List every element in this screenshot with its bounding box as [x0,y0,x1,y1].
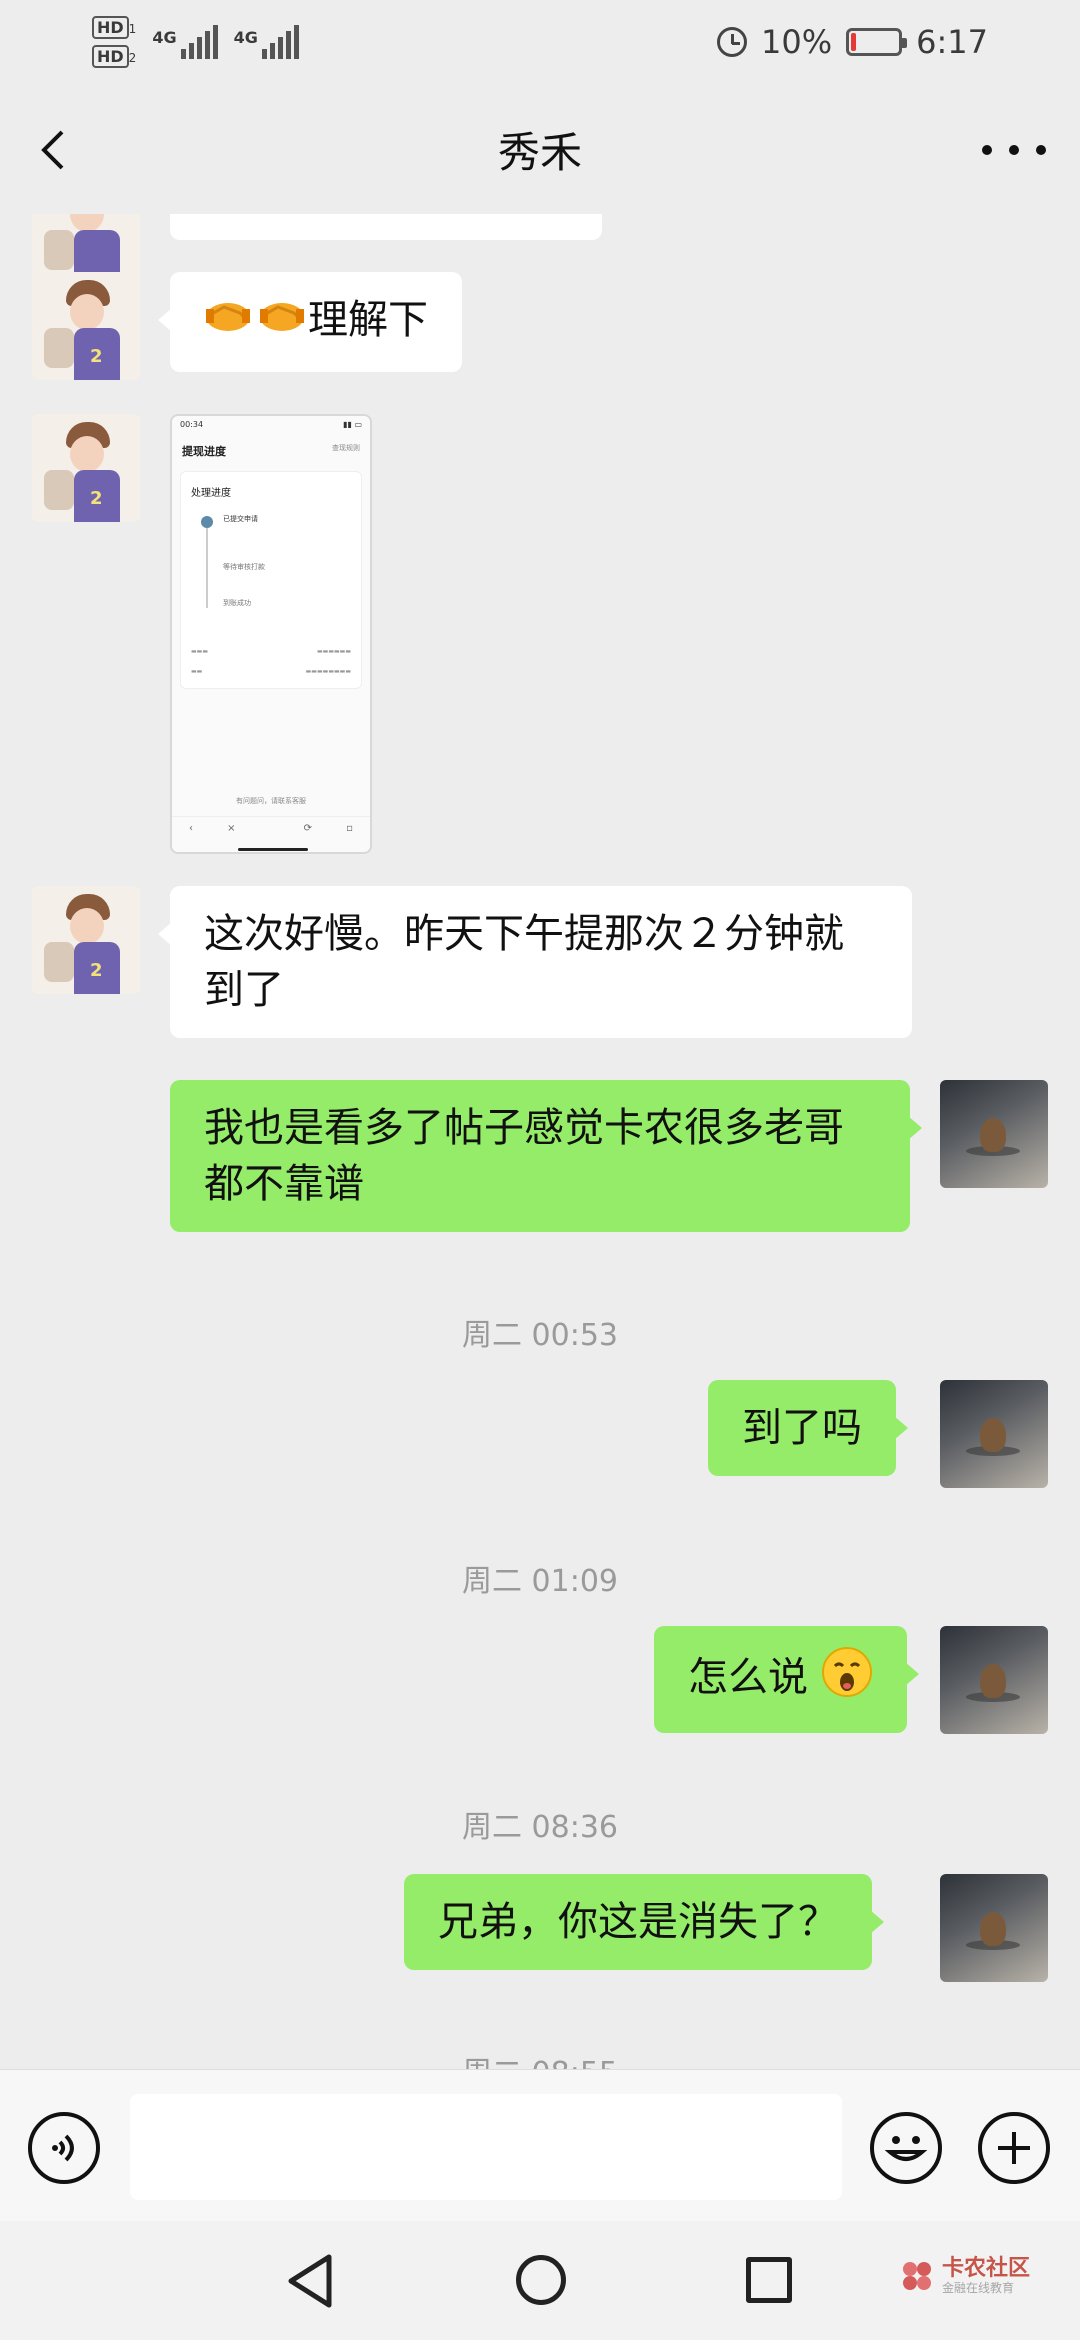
battery-fill [851,33,857,51]
signal-bars-icon [261,25,299,59]
network-1: 4G [152,25,218,59]
sim2-indicator: HD 2 [92,45,137,68]
network-1-label: 4G [152,28,177,47]
self-avatar[interactable] [940,1626,1048,1734]
clock: 6:17 [916,23,988,61]
timestamp: 周二 08:55 [0,2048,1080,2069]
chat-header: 秀禾 [0,84,1080,214]
nav-recent-button[interactable] [746,2257,792,2303]
thumb-signal-icon: ▮▮ ▭ [343,420,362,429]
triangle-back-icon [288,2254,332,2308]
watermark: 卡农社区 金融在线教育 [900,2257,1030,2295]
signal-bars-icon [180,25,218,59]
message-text: 怎么说 [688,1654,808,1701]
system-nav-bar: 卡农社区 金融在线教育 [0,2221,1080,2340]
message-bubble-self[interactable]: 兄弟，你这是消失了？ [404,1874,884,1970]
avatar[interactable]: 2 [32,272,140,380]
thumb-help: 有问题问，请联系客服 [236,797,306,805]
message-bubble-partial[interactable] [170,214,602,240]
avatar[interactable]: 2 [32,414,140,522]
message-bubble[interactable]: 理解下 [158,272,462,372]
voice-icon [52,2134,74,2162]
battery-icon [846,28,908,56]
thumb-refresh: ⟳ [303,823,313,834]
message-bubble[interactable]: 这次好慢。昨天下午提那次２分钟就到了 [158,886,912,1038]
thumb-step2: 等待审核打款 [223,563,265,571]
thumb-step-line [206,528,208,608]
emoji-icon [884,2136,928,2161]
chevron-left-icon [41,130,64,170]
status-left: HD 1 HD 2 4G 4G [92,16,299,68]
thumb-footer-row: ▬▬▬ ▬▬▬▬▬▬ [191,648,351,655]
thumb-card-title: 处理进度 [191,488,231,499]
timestamp: 周二 08:36 [462,1810,618,1845]
message-bubble-self[interactable]: 到了吗 [708,1380,908,1476]
timestamp: 周二 01:09 [462,1564,618,1599]
ellipsis-dot [1009,145,1019,155]
self-avatar[interactable] [940,1080,1048,1188]
sim2-index: 2 [128,51,137,65]
network-2: 4G [234,25,299,59]
message-text: 兄弟，你这是消失了？ [438,1899,838,1945]
message-text: 到了吗 [742,1405,862,1451]
thumb-title: 提现进度 [182,445,226,458]
page-title: 秀禾 [497,127,582,177]
emoji-button[interactable] [870,2112,942,2184]
message-text: 理解下 [308,297,428,343]
watermark-text: 卡农社区 金融在线教育 [942,2256,1031,2296]
chat-scroll-area[interactable]: 2 理解下 2 00:34 ▮▮ ▭ 提现进度 查现规则 处理进度 已提交申请 … [0,214,1080,2069]
thumb-step1: 已提交申请 [223,515,258,523]
thumb-step3: 到账成功 [223,599,251,607]
nav-home-button[interactable] [516,2255,566,2305]
handshake-icon [204,293,308,352]
timestamp: 周二 00:53 [462,1318,618,1353]
self-avatar[interactable] [940,1874,1048,1982]
plus-button[interactable] [978,2112,1050,2184]
message-bubble-self[interactable]: 我也是看多了帖子感觉卡农很多老哥都不靠谱 [170,1080,922,1232]
plus-icon [998,2132,1030,2164]
image-message[interactable]: 00:34 ▮▮ ▭ 提现进度 查现规则 处理进度 已提交申请 等待审核打款 到… [170,414,372,854]
watermark-logo-icon [900,2259,934,2293]
thumb-back: ‹ [189,823,194,834]
message-text: 这次好慢。昨天下午提那次２分钟就到了 [204,911,844,1013]
thumb-nav: ‹ × ⟳ ▫ [172,816,370,840]
sim-indicators: HD 1 HD 2 [92,16,137,68]
sim1-hd-badge: HD [92,16,129,39]
back-button[interactable] [34,128,78,172]
thumb-footer-row: ▬▬ ▬▬▬▬▬▬▬▬ [191,668,351,675]
avatar[interactable]: 2 [32,886,140,994]
sim2-hd-badge: HD [92,45,129,68]
watermark-sub: 金融在线教育 [942,2281,1015,2295]
more-button[interactable] [982,128,1046,172]
message-bubble-self[interactable]: 怎么说 [654,1626,919,1733]
alarm-icon [717,27,748,57]
status-right: 10% 6:17 [717,23,988,61]
self-avatar[interactable] [940,1380,1048,1488]
thumb-step-dot [201,516,213,528]
thumb-title-link: 查现规则 [332,444,360,452]
status-bar: HD 1 HD 2 4G 4G 10% 6:17 [0,0,1080,84]
ellipsis-dot [982,145,992,155]
thumb-title-row: 提现进度 查现规则 [172,433,370,465]
thumb-home-indicator [238,848,308,851]
thumb-time: 00:34 [180,420,204,429]
watermark-main: 卡农社区 [942,2256,1031,2281]
thumb-close: × [227,823,236,834]
thumb-status: 00:34 ▮▮ ▭ [172,416,370,433]
message-text: 我也是看多了帖子感觉卡农很多老哥都不靠谱 [204,1105,844,1207]
ellipsis-dot [1036,145,1046,155]
message-input[interactable] [130,2094,842,2200]
input-bar [0,2069,1080,2221]
network-2-label: 4G [233,28,258,47]
thumb-card: 处理进度 已提交申请 等待审核打款 到账成功 ▬▬▬ ▬▬▬▬▬▬ ▬▬ ▬▬▬▬▬… [180,471,362,689]
sim1-indicator: HD 1 [92,16,137,39]
voice-button[interactable] [28,2112,100,2184]
yawning-face-icon [821,1646,873,1713]
sim1-index: 1 [128,22,137,36]
nav-back-button[interactable] [285,2253,335,2309]
battery-percent: 10% [761,23,833,61]
